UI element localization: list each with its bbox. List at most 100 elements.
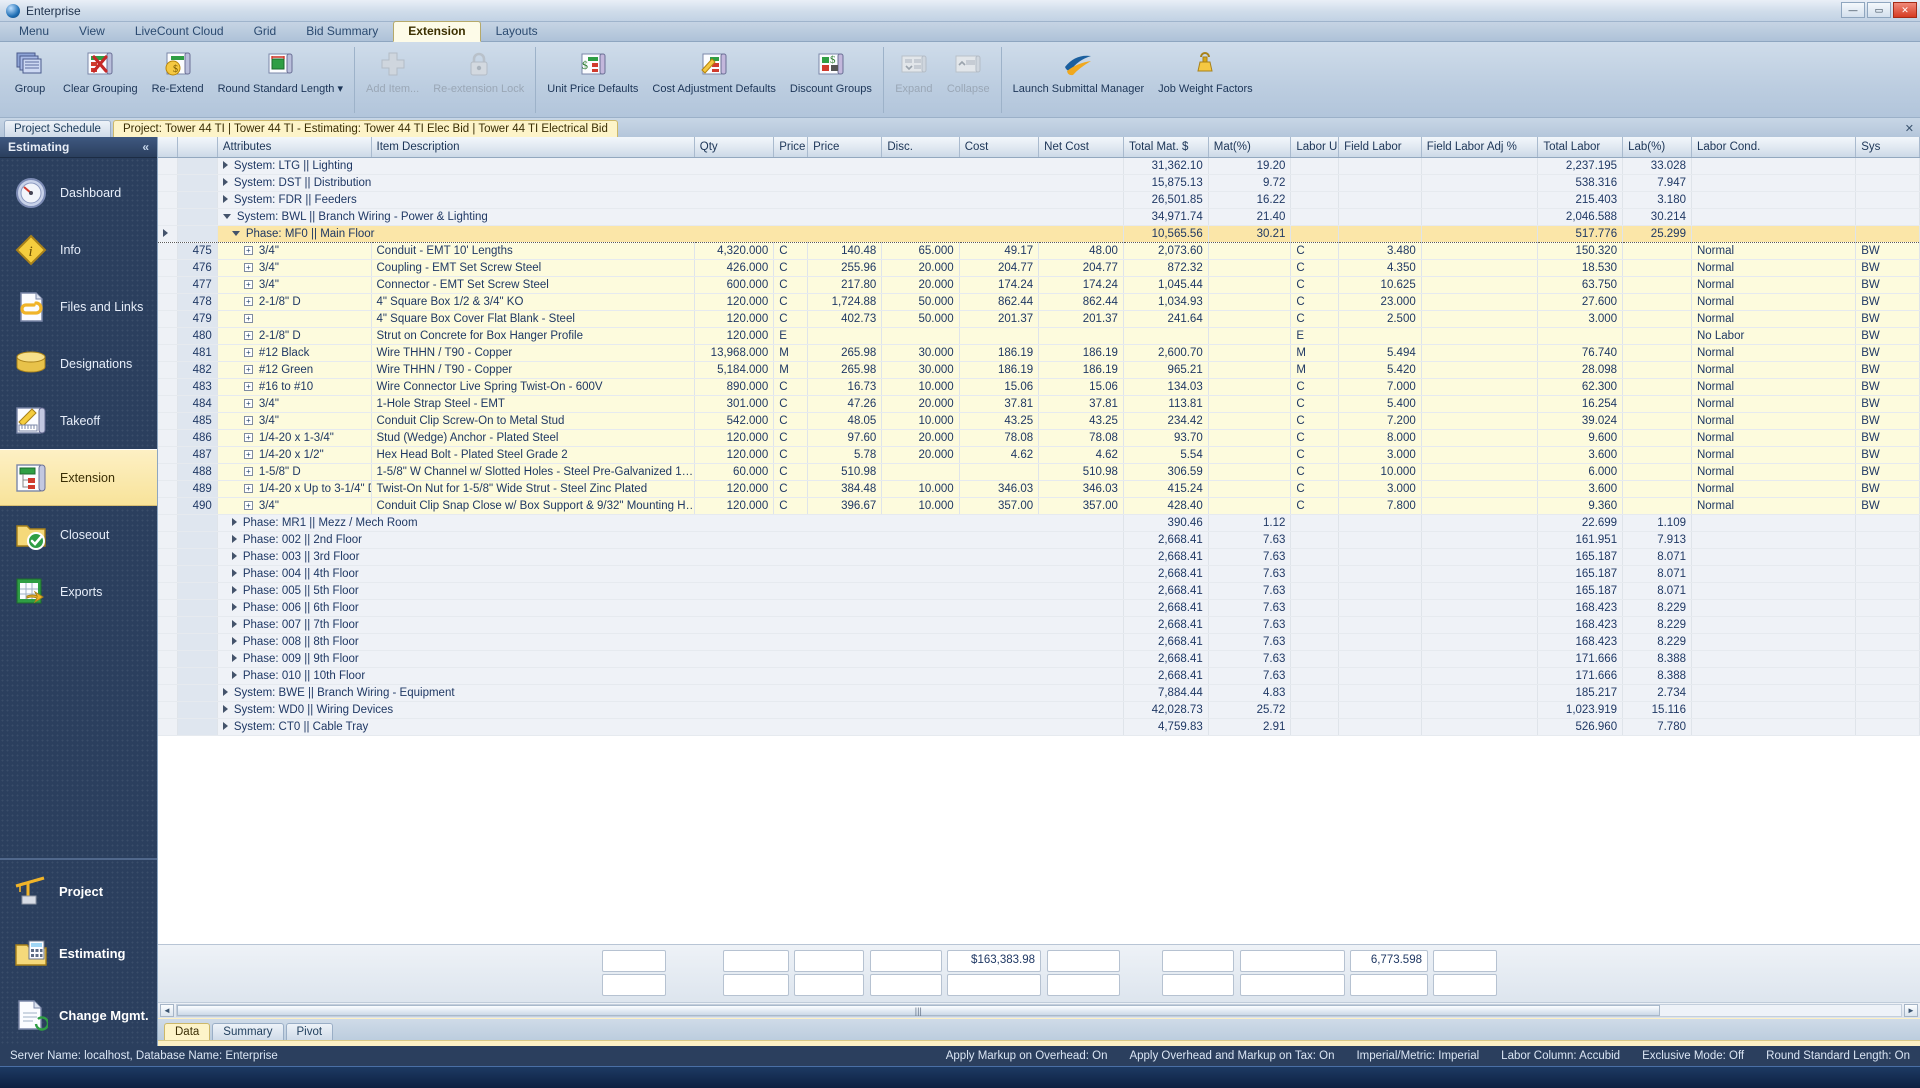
cell-sys[interactable]: BW xyxy=(1855,463,1920,481)
cell-attributes[interactable]: +3/4" xyxy=(217,242,372,260)
cell-lab-pct[interactable] xyxy=(1622,480,1692,498)
cell-net-cost[interactable]: 15.06 xyxy=(1038,378,1124,396)
collapse-button[interactable]: Collapse xyxy=(940,45,997,97)
cell-total-labor[interactable]: 62.300 xyxy=(1537,378,1624,396)
expand-group-icon[interactable] xyxy=(222,722,228,731)
cell-net-cost[interactable]: 4.62 xyxy=(1038,446,1124,464)
cell-item-description[interactable]: 1-5/8" W Channel w/ Slotted Holes - Stee… xyxy=(371,463,695,481)
cell-disc[interactable] xyxy=(881,327,960,345)
cell-attributes[interactable]: + #16 to #10 xyxy=(217,378,372,396)
cell-total-labor[interactable]: 28.098 xyxy=(1537,361,1624,379)
cell-qty[interactable]: 890.000 xyxy=(694,378,775,396)
expand-group-icon[interactable] xyxy=(222,688,228,697)
cell-cost[interactable]: 78.08 xyxy=(959,429,1040,447)
cell-attributes[interactable]: System: BWL || Branch Wiring - Power & L… xyxy=(217,208,1124,226)
cell-price-u[interactable]: C xyxy=(773,412,809,430)
cell-lab-pct[interactable] xyxy=(1622,242,1692,260)
expand-group-icon[interactable] xyxy=(231,552,237,561)
total-fieldlabor-cell-2[interactable] xyxy=(1162,974,1234,996)
cell-total-labor[interactable]: 150.320 xyxy=(1537,242,1624,260)
total-qty-cell-2[interactable] xyxy=(602,974,666,996)
col-total-labor[interactable]: Total Labor xyxy=(1537,137,1624,158)
cell-net-cost[interactable]: 862.44 xyxy=(1038,293,1124,311)
cell-price[interactable]: 510.98 xyxy=(807,463,883,481)
cell-qty[interactable]: 301.000 xyxy=(694,395,775,413)
ribbon-tab-livecount[interactable]: LiveCount Cloud xyxy=(120,21,239,41)
total-price-cell-1[interactable] xyxy=(723,950,789,972)
cell-price-u[interactable]: C xyxy=(773,463,809,481)
cell-attributes[interactable]: +1/4-20 x 1-3/4" xyxy=(217,429,372,447)
cell-labor-u[interactable]: C xyxy=(1290,480,1340,498)
cell-field-labor[interactable]: 3.000 xyxy=(1338,446,1422,464)
cell-attributes[interactable]: Phase: 008 || 8th Floor xyxy=(217,633,1124,651)
cell-net-cost[interactable]: 346.03 xyxy=(1038,480,1124,498)
cell-price-u[interactable]: C xyxy=(773,446,809,464)
cell-lab-pct[interactable] xyxy=(1622,259,1692,277)
cell-mat-pct[interactable] xyxy=(1208,293,1292,311)
add-item-button[interactable]: Add Item... xyxy=(359,45,426,97)
cell-labor-cond[interactable]: Normal xyxy=(1691,378,1857,396)
cell-total-mat[interactable]: 428.40 xyxy=(1123,497,1209,515)
cell-attributes[interactable]: Phase: 003 || 3rd Floor xyxy=(217,548,1124,566)
table-row[interactable]: Phase: 009 || 9th Floor 2,668.41 7.63 171.6… xyxy=(158,650,1920,668)
cell-qty[interactable]: 600.000 xyxy=(694,276,775,294)
cell-labor-u[interactable]: C xyxy=(1290,446,1340,464)
cell-total-mat[interactable]: 965.21 xyxy=(1123,361,1209,379)
cell-price-u[interactable]: C xyxy=(773,242,809,260)
cell-price[interactable]: 16.73 xyxy=(807,378,883,396)
horizontal-scrollbar[interactable]: ◄ ||| ► xyxy=(158,1002,1920,1018)
tab-pivot[interactable]: Pivot xyxy=(285,1023,334,1040)
table-row[interactable]: System: DST || Distribution 15,875.13 9.72… xyxy=(158,174,1920,192)
total-matpct-cell-2[interactable] xyxy=(1047,974,1120,996)
cell-total-mat[interactable] xyxy=(1123,327,1209,345)
cell-field-labor-adj[interactable] xyxy=(1421,395,1539,413)
col-labor-cond[interactable]: Labor Cond. xyxy=(1691,137,1857,158)
cell-field-labor-adj[interactable] xyxy=(1421,242,1539,260)
table-row[interactable]: System: WD0 || Wiring Devices 42,028.73 25… xyxy=(158,701,1920,719)
tab-active-project[interactable]: Project: Tower 44 TI | Tower 44 TI - Est… xyxy=(112,120,618,137)
cell-field-labor[interactable]: 5.400 xyxy=(1338,395,1422,413)
cell-price[interactable]: 265.98 xyxy=(807,361,883,379)
cell-price-u[interactable]: M xyxy=(773,344,809,362)
cell-item-description[interactable]: Conduit Clip Snap Close w/ Box Support &… xyxy=(371,497,695,515)
cell-field-labor-adj[interactable] xyxy=(1421,259,1539,277)
cell-total-labor[interactable]: 3.000 xyxy=(1537,310,1624,328)
cell-attributes[interactable]: System: CT0 || Cable Tray xyxy=(217,718,1124,736)
cell-net-cost[interactable]: 48.00 xyxy=(1038,242,1124,260)
cell-field-labor[interactable]: 7.200 xyxy=(1338,412,1422,430)
cell-field-labor[interactable]: 8.000 xyxy=(1338,429,1422,447)
cell-field-labor-adj[interactable] xyxy=(1421,276,1539,294)
cell-price[interactable]: 265.98 xyxy=(807,344,883,362)
cell-total-labor[interactable]: 6.000 xyxy=(1537,463,1624,481)
cell-labor-cond[interactable]: Normal xyxy=(1691,276,1857,294)
cell-labor-cond[interactable]: Normal xyxy=(1691,497,1857,515)
cell-total-labor[interactable]: 76.740 xyxy=(1537,344,1624,362)
cell-attributes[interactable]: Phase: 004 || 4th Floor xyxy=(217,565,1124,583)
cell-price-u[interactable]: M xyxy=(773,361,809,379)
total-material-cell[interactable]: $163,383.98 xyxy=(947,950,1041,972)
cell-labor-u[interactable]: C xyxy=(1290,378,1340,396)
cell-price[interactable]: 48.05 xyxy=(807,412,883,430)
cell-lab-pct[interactable] xyxy=(1622,463,1692,481)
col-net-cost[interactable]: Net Cost xyxy=(1038,137,1124,158)
col-lab-pct[interactable]: Lab(%) xyxy=(1622,137,1692,158)
cell-attributes[interactable]: + #12 Green xyxy=(217,361,372,379)
sidebar-item-designations[interactable]: Designations xyxy=(0,335,157,392)
cell-cost[interactable]: 49.17 xyxy=(959,242,1040,260)
table-row[interactable]: 483 + #16 to #10 Wire Connector Live Spring… xyxy=(158,378,1920,396)
table-row[interactable]: 480 +2-1/8" D Strut on Concrete for Box Ha… xyxy=(158,327,1920,345)
cell-lab-pct[interactable] xyxy=(1622,412,1692,430)
col-field-labor[interactable]: Field Labor xyxy=(1338,137,1422,158)
cell-field-labor[interactable]: 5.420 xyxy=(1338,361,1422,379)
table-row[interactable]: Phase: MF0 || Main Floor 10,565.56 30.21 51… xyxy=(158,224,1920,243)
cell-field-labor[interactable]: 10.000 xyxy=(1338,463,1422,481)
cell-labor-cond[interactable]: Normal xyxy=(1691,463,1857,481)
sidebar-item-dashboard[interactable]: Dashboard xyxy=(0,164,157,221)
col-disc[interactable]: Disc. xyxy=(881,137,960,158)
expand-row-icon[interactable]: + xyxy=(243,245,253,255)
expand-group-icon[interactable] xyxy=(231,518,237,527)
expand-row-icon[interactable]: + xyxy=(243,279,253,289)
cell-attributes[interactable]: +3/4" xyxy=(217,412,372,430)
cell-net-cost[interactable]: 186.19 xyxy=(1038,361,1124,379)
expand-row-icon[interactable]: + xyxy=(243,381,253,391)
